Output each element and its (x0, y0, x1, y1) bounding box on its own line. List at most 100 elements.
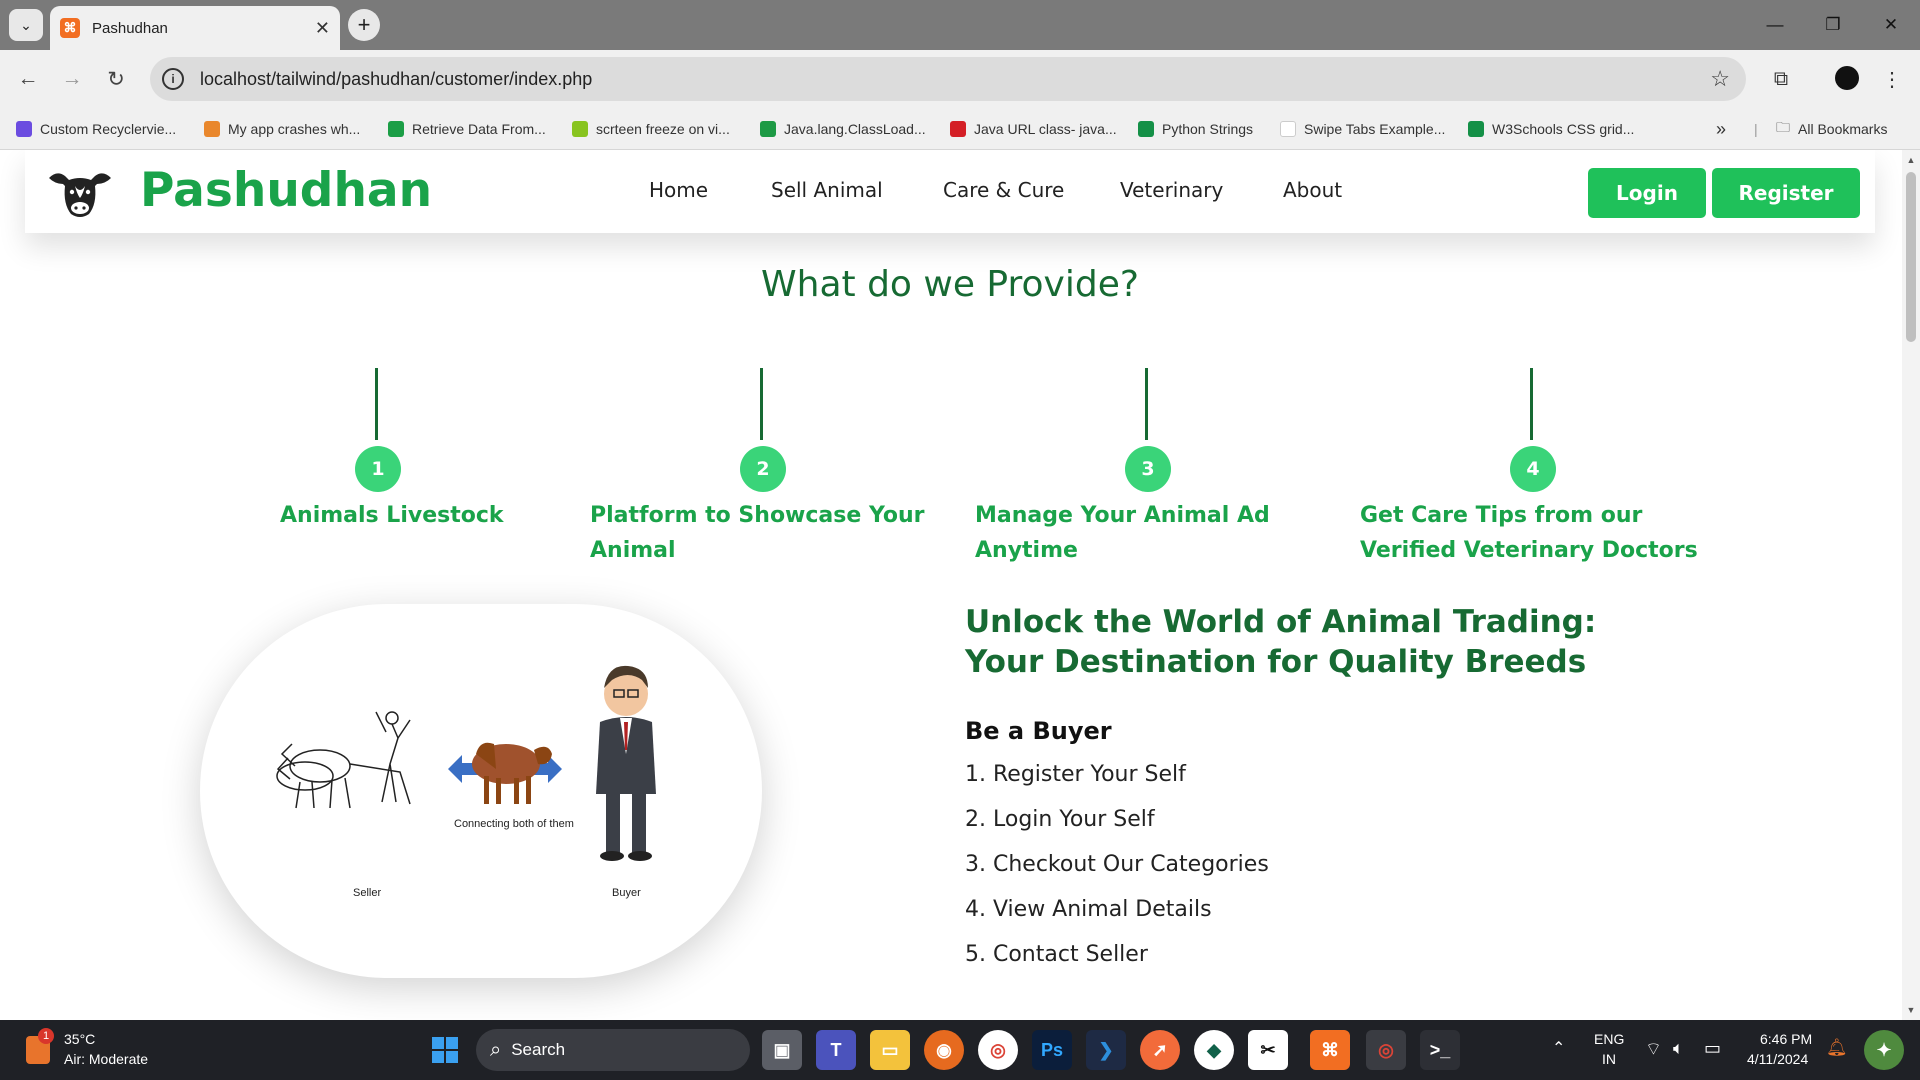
bookmark-label: My app crashes wh... (228, 121, 361, 137)
wifi-icon[interactable]: ⌔ (1645, 1038, 1662, 1061)
browser-tab-active[interactable]: ⌘ Pashudhan ✕ (50, 6, 340, 50)
bookmark-item[interactable]: My app crashes wh... (204, 117, 360, 141)
windows-taskbar: 1 35°C Air: Moderate ⌕ Search ▣ T ▭ ◉ ◎ … (0, 1020, 1920, 1080)
taskbar-search[interactable]: ⌕ Search (476, 1029, 750, 1071)
seller-caption: Seller (353, 887, 382, 899)
bookmark-label: Swipe Tabs Example... (1304, 121, 1446, 137)
show-hidden-icons-icon[interactable]: ⌃ (1552, 1038, 1565, 1058)
step-connector-line (375, 368, 378, 440)
scroll-up-arrow-icon[interactable]: ▲ (1902, 152, 1920, 168)
back-button[interactable]: ← (12, 63, 44, 95)
step-number-badge: 1 (355, 446, 401, 492)
search-icon: ⌕ (490, 1038, 502, 1061)
bookmark-favicon-icon (572, 121, 588, 137)
battery-icon[interactable]: ▭ (1704, 1038, 1721, 1059)
search-label: Search (511, 1040, 566, 1059)
task-view-icon[interactable]: ▣ (762, 1030, 802, 1070)
xampp-icon[interactable]: ⌘ (1310, 1030, 1350, 1070)
restore-button[interactable]: ❐ (1804, 0, 1862, 50)
clock-time[interactable]: 6:46 PM (1760, 1031, 1812, 1047)
login-button[interactable]: Login (1588, 168, 1706, 218)
chrome-icon[interactable]: ◎ (978, 1030, 1018, 1070)
bookmark-item[interactable]: Python Strings (1138, 117, 1253, 141)
file-explorer-icon[interactable]: ▭ (870, 1030, 910, 1070)
bookmark-label: scrteen freeze on vi... (596, 121, 730, 137)
chrome-active-icon[interactable]: ◎ (1366, 1030, 1406, 1070)
bookmark-item[interactable]: W3Schools CSS grid... (1468, 117, 1634, 141)
weather-temp[interactable]: 35°C (64, 1031, 95, 1047)
photoshop-icon[interactable]: Ps (1032, 1030, 1072, 1070)
scroll-down-arrow-icon[interactable]: ▼ (1902, 1002, 1920, 1018)
trading-illustration: Connecting both of them Seller Buyer (200, 604, 762, 978)
url-text[interactable]: localhost/tailwind/pashudhan/customer/in… (200, 69, 1710, 90)
bookmark-favicon-icon (1468, 121, 1484, 137)
bookmark-label: Retrieve Data From... (412, 121, 546, 137)
more-bookmarks-icon[interactable]: » (1716, 117, 1726, 141)
close-window-button[interactable]: ✕ (1862, 0, 1920, 50)
bookmark-label: W3Schools CSS grid... (1492, 121, 1635, 137)
nav-veterinary[interactable]: Veterinary (1120, 178, 1223, 202)
notification-bell-icon[interactable]: 🔔︎ (1826, 1038, 1848, 1058)
bookmark-favicon-icon (950, 121, 966, 137)
language-line1[interactable]: ENG (1594, 1031, 1624, 1047)
mongodb-icon[interactable]: ◆ (1194, 1030, 1234, 1070)
close-tab-icon[interactable]: ✕ (315, 18, 330, 39)
bookmark-favicon-icon (1280, 121, 1296, 137)
brand-name[interactable]: Pashudhan (140, 163, 432, 218)
clock-date[interactable]: 4/11/2024 (1747, 1051, 1808, 1067)
step-number-badge: 3 (1125, 446, 1171, 492)
site-info-icon[interactable]: i (162, 68, 184, 90)
language-line2[interactable]: IN (1602, 1051, 1616, 1067)
address-bar[interactable]: i localhost/tailwind/pashudhan/customer/… (150, 57, 1746, 101)
bookmark-favicon-icon (1138, 121, 1154, 137)
register-button[interactable]: Register (1712, 168, 1860, 218)
capcut-icon[interactable]: ✂ (1248, 1030, 1288, 1070)
bookmark-favicon-icon (760, 121, 776, 137)
tab-title: Pashudhan (92, 19, 168, 37)
step-label: Get Care Tips from our Verified Veterina… (1360, 503, 1698, 563)
all-bookmarks-button[interactable]: 🗀 All Bookmarks (1776, 117, 1887, 141)
reload-button[interactable]: ↻ (100, 63, 132, 95)
bookmark-star-icon[interactable]: ☆ (1710, 66, 1730, 92)
nav-sell-animal[interactable]: Sell Animal (771, 178, 883, 202)
step-number-badge: 4 (1510, 446, 1556, 492)
bookmark-label: Java URL class- java... (974, 121, 1117, 137)
teams-icon[interactable]: T (816, 1030, 856, 1070)
new-tab-button[interactable]: + (348, 9, 380, 41)
bookmark-label: Custom Recyclervie... (40, 121, 177, 137)
volume-icon[interactable]: 🔈︎ (1673, 1038, 1684, 1059)
vscode-icon[interactable]: ❯ (1086, 1030, 1126, 1070)
nav-care-cure[interactable]: Care & Cure (943, 178, 1064, 202)
nav-about[interactable]: About (1283, 178, 1342, 202)
bookmark-item[interactable]: scrteen freeze on vi... (572, 117, 730, 141)
firefox-icon[interactable]: ◉ (924, 1030, 964, 1070)
step-connector-line (760, 368, 763, 440)
step-label: Platform to Showcase Your Animal (590, 503, 925, 563)
windows-start-icon[interactable] (425, 1030, 465, 1070)
bookmark-item[interactable]: Swipe Tabs Example... (1280, 117, 1445, 141)
seller-buyer-drawing (276, 665, 656, 861)
profile-avatar[interactable] (1835, 66, 1859, 90)
terminal-icon[interactable]: >_ (1420, 1030, 1460, 1070)
extensions-icon[interactable]: ⧉ (1765, 63, 1797, 95)
step-connector-line (1145, 368, 1148, 440)
bookmark-item[interactable]: Custom Recyclervie... (16, 117, 176, 141)
bookmark-favicon-icon (204, 121, 220, 137)
copilot-icon[interactable]: ✦ (1864, 1030, 1904, 1070)
minimize-button[interactable]: — (1746, 0, 1804, 50)
bookmark-item[interactable]: Java URL class- java... (950, 117, 1117, 141)
bookmarks-divider: | (1754, 121, 1758, 137)
folder-icon: 🗀 (1776, 119, 1790, 135)
nav-home[interactable]: Home (649, 178, 708, 202)
weather-desc[interactable]: Air: Moderate (64, 1051, 148, 1067)
buyer-step-item: 3. Checkout Our Categories (965, 852, 1269, 877)
postman-icon[interactable]: ➚ (1140, 1030, 1180, 1070)
tab-search-button[interactable]: ⌄ (9, 9, 43, 41)
forward-button[interactable]: → (56, 63, 88, 95)
page-scrollbar[interactable]: ▲ ▼ (1902, 150, 1920, 1020)
menu-kebab-icon[interactable]: ⋮ (1876, 63, 1908, 95)
scrollbar-thumb[interactable] (1906, 172, 1916, 342)
all-bookmarks-label: All Bookmarks (1798, 121, 1888, 137)
bookmark-item[interactable]: Java.lang.ClassLoad... (760, 117, 926, 141)
bookmark-item[interactable]: Retrieve Data From... (388, 117, 546, 141)
